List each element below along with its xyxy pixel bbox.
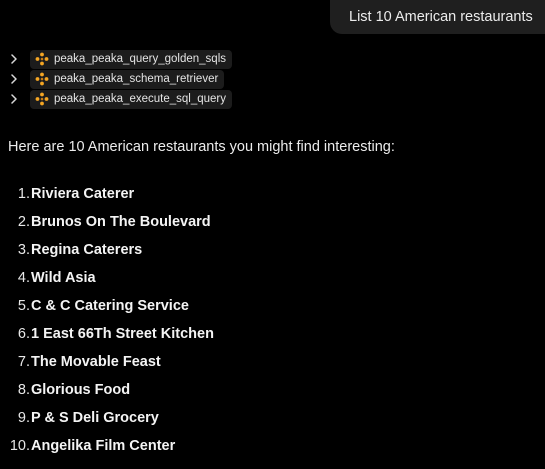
chevron-right-icon[interactable] <box>8 89 24 109</box>
list-item-number: 2. <box>17 214 30 230</box>
restaurant-name: The Movable Feast <box>31 354 161 370</box>
list-item: 3. Regina Caterers <box>0 236 214 264</box>
list-item-number: 9. <box>17 410 30 426</box>
peaka-logo-icon <box>35 52 49 66</box>
tool-call-row[interactable]: peaka_peaka_query_golden_sqls <box>8 49 233 69</box>
list-item-number: 3. <box>17 242 30 258</box>
tool-call-label: peaka_peaka_execute_sql_query <box>54 93 226 105</box>
list-item-number: 6. <box>17 326 30 342</box>
restaurant-list: 1. Riviera Caterer 2. Brunos On The Boul… <box>0 180 214 460</box>
restaurant-name: Riviera Caterer <box>31 186 135 202</box>
chevron-right-icon[interactable] <box>8 49 24 69</box>
list-item: 2. Brunos On The Boulevard <box>0 208 214 236</box>
restaurant-name: Brunos On The Boulevard <box>31 214 211 230</box>
tool-calls-list: peaka_peaka_query_golden_sqls peaka_peak… <box>8 49 233 109</box>
list-item-number: 1. <box>17 186 30 202</box>
peaka-logo-icon <box>35 72 49 86</box>
list-item: 4. Wild Asia <box>0 264 214 292</box>
tool-call-row[interactable]: peaka_peaka_execute_sql_query <box>8 89 232 109</box>
list-item: 1. Riviera Caterer <box>0 180 214 208</box>
tool-call-label: peaka_peaka_query_golden_sqls <box>54 53 227 65</box>
list-item: 5. C & C Catering Service <box>0 292 214 320</box>
list-item: 9. P & S Deli Grocery <box>0 404 214 432</box>
tool-call-chip[interactable]: peaka_peaka_query_golden_sqls <box>30 49 233 69</box>
tool-call-label: peaka_peaka_schema_retriever <box>54 73 219 85</box>
list-item-number: 5. <box>17 298 30 314</box>
list-item-number: 8. <box>17 382 30 398</box>
restaurant-name: Wild Asia <box>31 270 96 286</box>
response-intro: Here are 10 American restaurants you mig… <box>8 139 395 155</box>
list-item: 6. 1 East 66Th Street Kitchen <box>0 320 214 348</box>
list-item-number: 7. <box>17 354 30 370</box>
chevron-right-icon[interactable] <box>8 69 24 89</box>
peaka-logo-icon <box>35 92 49 106</box>
restaurant-name: Angelika Film Center <box>31 438 176 454</box>
tool-call-row[interactable]: peaka_peaka_schema_retriever <box>8 69 232 89</box>
restaurant-name: P & S Deli Grocery <box>31 410 159 426</box>
user-message-bubble: List 10 American restaurants <box>330 0 545 34</box>
list-item: 10. Angelika Film Center <box>0 432 214 460</box>
tool-call-chip[interactable]: peaka_peaka_schema_retriever <box>30 69 225 89</box>
restaurant-name: Glorious Food <box>31 382 131 398</box>
list-item: 8. Glorious Food <box>0 376 214 404</box>
restaurant-name: 1 East 66Th Street Kitchen <box>31 326 214 342</box>
user-message-text: List 10 American restaurants <box>349 9 533 25</box>
list-item-number: 10. <box>9 438 30 454</box>
tool-call-chip[interactable]: peaka_peaka_execute_sql_query <box>30 89 232 109</box>
restaurant-name: Regina Caterers <box>31 242 143 258</box>
restaurant-name: C & C Catering Service <box>31 298 189 314</box>
list-item: 7. The Movable Feast <box>0 348 214 376</box>
list-item-number: 4. <box>17 270 30 286</box>
